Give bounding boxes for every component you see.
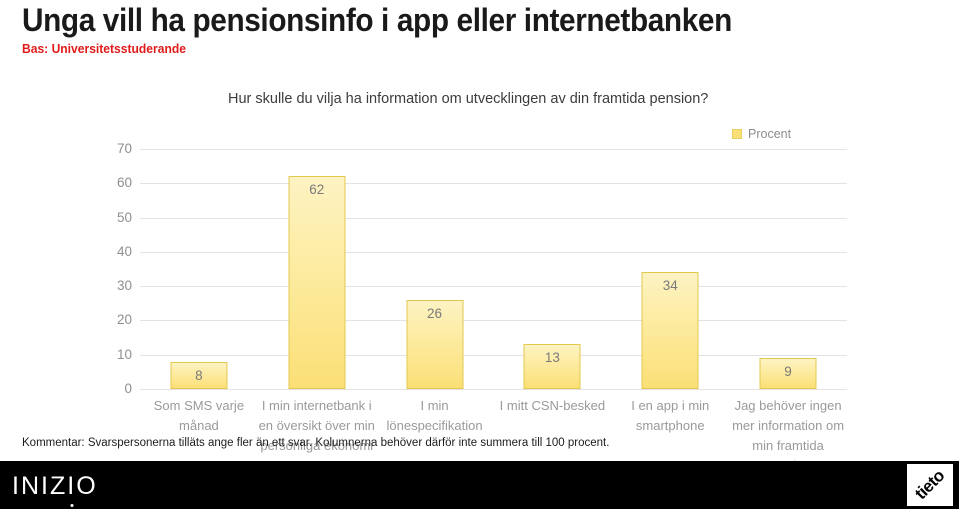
bar: 62 [288,176,346,389]
chart-bars: 8 62 26 13 34 9 [140,149,847,389]
bar-value-label: 26 [427,305,443,321]
bar-slot: 8 [140,149,258,389]
chart-y-axis: 70 60 50 40 30 20 10 0 [96,142,132,396]
y-axis-tick-0: 0 [124,381,132,396]
y-axis-tick-10: 10 [116,346,132,362]
chart-footnote: Kommentar: Svarspersonerna tilläts ange … [22,437,610,449]
bar: 9 [759,358,817,389]
y-axis-tick-40: 40 [116,243,132,259]
x-axis-category-label: Som SMS varje månad [153,398,245,433]
y-axis-tick-20: 20 [116,312,132,328]
y-axis-tick-70: 70 [116,141,132,156]
x-axis-category-label: I en app i min smartphone [631,398,710,433]
bar-slot: 26 [376,149,494,389]
slide-header: Unga vill ha pensionsinfo i app eller in… [22,2,942,57]
inizio-logo-text: INIZIO [12,472,98,500]
chart-legend: Procent [732,127,791,141]
bar-value-label: 62 [309,182,325,198]
bar-slot: 9 [729,149,847,389]
bar-slot: 13 [494,149,612,389]
legend-label-procent: Procent [748,127,792,141]
tieto-logo-text: tieto [911,466,949,504]
bar-slot: 62 [258,149,376,389]
bar-value-label: 34 [662,278,678,294]
bar: 34 [641,272,699,389]
legend-swatch-icon [732,129,742,139]
tieto-logo: tieto [907,464,953,506]
y-axis-tick-50: 50 [116,209,132,225]
bar-value-label: 13 [544,350,560,366]
x-axis-category-label: I mitt CSN-besked [499,398,606,413]
inizio-logo: INIZIO [12,472,98,501]
footer-bar: INIZIO tieto [0,461,959,509]
y-axis-tick-60: 60 [116,175,132,191]
bar-slot: 34 [611,149,729,389]
page-title: Unga vill ha pensionsinfo i app eller in… [22,2,732,38]
bar-chart: Hur skulle du vilja ha information om ut… [0,72,959,473]
bar: 26 [406,299,464,389]
page-subtitle: Bas: Universitetsstuderande [22,41,186,56]
bar-value-label: 9 [784,364,792,380]
x-axis-category-label: I min lönespecifikation [386,398,483,433]
gridline [140,389,847,390]
bar: 13 [523,344,581,389]
y-axis-tick-30: 30 [116,278,132,294]
bar: 8 [170,361,228,389]
bar-value-label: 8 [195,367,203,383]
chart-title: Hur skulle du vilja ha information om ut… [228,91,709,107]
